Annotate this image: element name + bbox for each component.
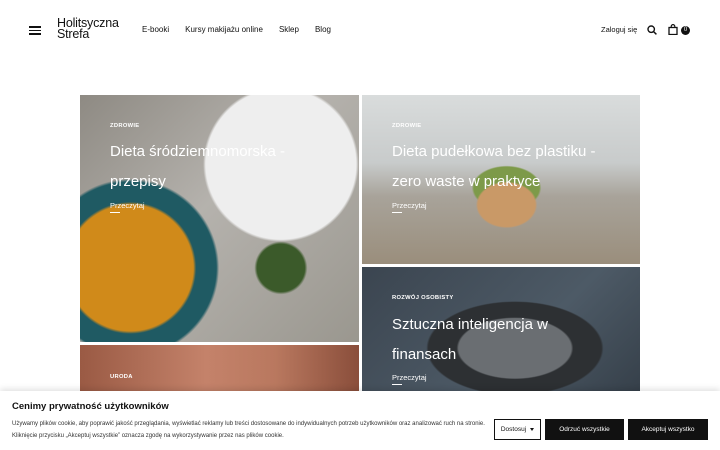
logo-line-2: Strefa	[57, 27, 90, 41]
nav-blog[interactable]: Blog	[315, 25, 331, 34]
cart-icon[interactable]	[668, 24, 678, 35]
article-category[interactable]: ZDROWIE	[110, 123, 139, 129]
cookie-consent-banner: Cenimy prywatność użytkowników Używamy p…	[0, 391, 720, 450]
search-icon[interactable]	[647, 25, 657, 35]
login-link[interactable]: Zaloguj się	[601, 25, 637, 34]
article-image	[80, 345, 359, 392]
cart-count-badge: 0	[681, 26, 690, 35]
cookie-title: Cenimy prywatność użytkowników	[12, 401, 169, 412]
nav-ebooks[interactable]: E-booki	[142, 25, 169, 34]
article-category[interactable]: ROZWÓJ OSOBISTY	[392, 295, 454, 301]
read-more-link[interactable]: Przeczytaj	[110, 201, 145, 213]
article-card-beauty[interactable]: URODA	[80, 345, 359, 392]
accept-all-button[interactable]: Akceptuj wszystko	[628, 419, 708, 440]
article-title-line-1: Dieta pudełkowa bez plastiku -	[392, 143, 596, 160]
article-title-line-2: zero waste w praktyce	[392, 173, 541, 190]
article-title[interactable]: Dieta śródziemnomorska - przepisy	[110, 137, 285, 197]
reject-all-button[interactable]: Odrzuć wszystkie	[545, 419, 624, 440]
chevron-down-icon	[530, 428, 535, 431]
article-card-mediterranean[interactable]: ZDROWIE Dieta śródziemnomorska - przepis…	[80, 95, 359, 342]
article-card-ai-finance[interactable]: ROZWÓJ OSOBISTY Sztuczna inteligencja w …	[362, 267, 640, 392]
article-title[interactable]: Sztuczna inteligencja w finansach	[392, 310, 548, 370]
read-more-link[interactable]: Przeczytaj	[392, 201, 427, 213]
nav-makeup-courses[interactable]: Kursy makijażu online	[185, 25, 263, 34]
site-logo[interactable]: Holitsyczna Strefa	[57, 17, 119, 41]
customize-button[interactable]: Dostosuj	[494, 419, 541, 440]
read-more-link[interactable]: Przeczytaj	[392, 373, 427, 385]
article-title-line-1: Dieta śródziemnomorska -	[110, 143, 286, 160]
article-title-line-2: przepisy	[110, 173, 166, 190]
main-nav: E-booki Kursy makijażu online Sklep Blog	[142, 25, 347, 34]
article-category[interactable]: ZDROWIE	[392, 123, 421, 129]
nav-shop[interactable]: Sklep	[279, 25, 299, 34]
article-title[interactable]: Dieta pudełkowa bez plastiku - zero wast…	[392, 137, 595, 197]
site-header: Holitsyczna Strefa E-booki Kursy makijaż…	[0, 0, 720, 62]
article-card-lunchbox[interactable]: ZDROWIE Dieta pudełkowa bez plastiku - z…	[362, 95, 640, 264]
article-image	[80, 95, 359, 342]
article-title-line-1: Sztuczna inteligencja w	[392, 316, 548, 333]
article-category[interactable]: URODA	[110, 374, 133, 380]
customize-label: Dostosuj	[500, 426, 527, 433]
cookie-text: Używamy plików cookie, aby poprawić jako…	[12, 421, 485, 439]
article-title-line-2: finansach	[392, 346, 457, 363]
menu-icon[interactable]	[29, 26, 41, 35]
